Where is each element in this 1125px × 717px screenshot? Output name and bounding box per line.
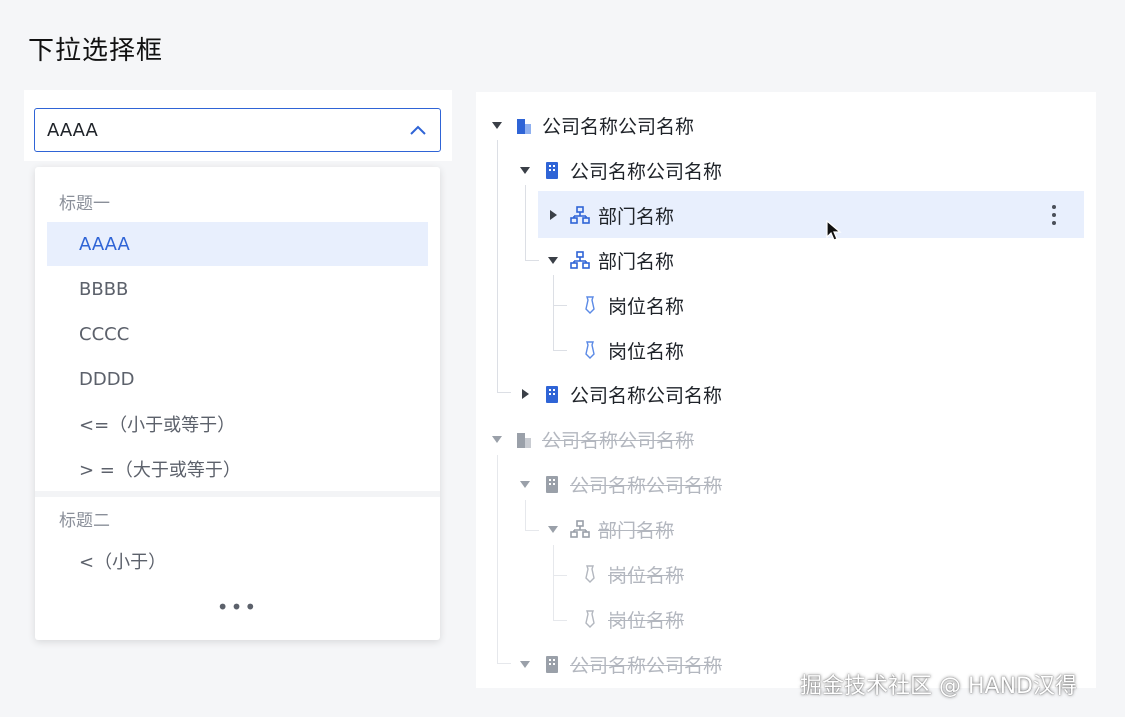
select-input[interactable]: AAAA bbox=[34, 108, 441, 152]
caret-right-icon[interactable] bbox=[518, 387, 532, 401]
tree-node-company-disabled: 公司名称公司名称 bbox=[490, 417, 694, 461]
tree-line bbox=[497, 392, 511, 393]
tie-icon bbox=[580, 340, 600, 360]
tree-node-building[interactable]: 公司名称公司名称 bbox=[518, 372, 722, 416]
tree-line bbox=[553, 620, 567, 621]
caret-down-icon bbox=[490, 432, 504, 446]
tree-node-label: 部门名称 bbox=[598, 519, 675, 542]
tree-line bbox=[497, 663, 511, 664]
tree-line bbox=[525, 530, 539, 531]
option-gte[interactable]: > =（大于或等于） bbox=[47, 447, 428, 491]
company-icon bbox=[514, 429, 534, 449]
tie-icon bbox=[580, 295, 600, 315]
tree-node-label: 岗位名称 bbox=[608, 609, 685, 632]
tree-node-label: 部门名称 bbox=[598, 250, 675, 273]
tree-node-position[interactable]: 岗位名称 bbox=[580, 283, 684, 327]
tree-node-department-disabled: 部门名称 bbox=[546, 507, 674, 551]
caret-down-icon bbox=[546, 522, 560, 536]
tree-node-label: 岗位名称 bbox=[608, 340, 685, 363]
caret-down-icon bbox=[518, 657, 532, 671]
tie-icon bbox=[580, 609, 600, 629]
option-bbbb[interactable]: BBBB bbox=[47, 267, 428, 311]
tree-node-position[interactable]: 岗位名称 bbox=[580, 328, 684, 372]
watermark: 掘金技术社区 @ HAND汉得 bbox=[800, 674, 1077, 699]
tree-node-building-disabled: 公司名称公司名称 bbox=[518, 642, 722, 686]
tree-line bbox=[553, 575, 567, 576]
tree-line bbox=[553, 275, 554, 350]
select-value: AAAA bbox=[47, 119, 98, 141]
tree-line bbox=[553, 545, 554, 620]
more-icon[interactable]: ••• bbox=[35, 595, 440, 619]
tree-line bbox=[497, 140, 498, 392]
option-lt[interactable]: <（小于） bbox=[47, 539, 428, 583]
tree-node-position-disabled: 岗位名称 bbox=[580, 597, 684, 641]
tree-line bbox=[525, 260, 539, 261]
tree-node-label: 部门名称 bbox=[598, 205, 675, 228]
department-icon bbox=[570, 205, 590, 225]
department-icon bbox=[570, 519, 590, 539]
group-title-1: 标题一 bbox=[59, 194, 110, 214]
caret-down-icon[interactable] bbox=[518, 163, 532, 177]
option-dddd[interactable]: DDDD bbox=[47, 357, 428, 401]
tree-node-label: 公司名称公司名称 bbox=[542, 115, 695, 138]
group-title-2: 标题二 bbox=[59, 511, 110, 531]
tree-node-label: 岗位名称 bbox=[608, 295, 685, 318]
group-divider bbox=[35, 491, 440, 497]
tree-node-label: 公司名称公司名称 bbox=[570, 160, 723, 183]
option-lte[interactable]: <=（小于或等于） bbox=[47, 402, 428, 446]
tree-node-label: 公司名称公司名称 bbox=[570, 474, 723, 497]
tree-node-department[interactable]: 部门名称 bbox=[546, 238, 674, 282]
building-icon bbox=[542, 474, 562, 494]
page-title: 下拉选择框 bbox=[28, 36, 164, 66]
tree-line bbox=[497, 455, 498, 663]
mouse-cursor-icon bbox=[826, 219, 842, 246]
building-icon bbox=[542, 160, 562, 180]
tree-node-position-disabled: 岗位名称 bbox=[580, 552, 684, 596]
company-icon bbox=[514, 115, 534, 135]
tree-node-label: 公司名称公司名称 bbox=[570, 654, 723, 677]
tree-node-building-disabled: 公司名称公司名称 bbox=[518, 462, 722, 506]
more-vertical-icon[interactable] bbox=[1046, 203, 1062, 227]
dropdown-menu: 标题一 AAAA BBBB CCCC DDDD <=（小于或等于） > =（大于… bbox=[35, 167, 440, 640]
building-icon bbox=[542, 384, 562, 404]
tree-node-label: 公司名称公司名称 bbox=[570, 384, 723, 407]
chevron-up-icon[interactable] bbox=[408, 120, 428, 140]
option-cccc[interactable]: CCCC bbox=[47, 312, 428, 356]
tree-node-label: 岗位名称 bbox=[608, 564, 685, 587]
building-icon bbox=[542, 654, 562, 674]
tree-node-department[interactable]: 部门名称 bbox=[546, 193, 674, 237]
tree-node-label: 公司名称公司名称 bbox=[542, 429, 695, 452]
tree-node-company[interactable]: 公司名称公司名称 bbox=[490, 103, 694, 147]
option-aaaa[interactable]: AAAA bbox=[47, 222, 428, 266]
tie-icon bbox=[580, 564, 600, 584]
tree-line bbox=[525, 185, 526, 260]
caret-down-icon[interactable] bbox=[546, 253, 560, 267]
department-icon bbox=[570, 250, 590, 270]
tree-line bbox=[553, 350, 567, 351]
caret-down-icon bbox=[518, 477, 532, 491]
tree-line bbox=[553, 305, 567, 306]
tree-node-building[interactable]: 公司名称公司名称 bbox=[518, 148, 722, 192]
caret-right-icon[interactable] bbox=[546, 208, 560, 222]
caret-down-icon[interactable] bbox=[490, 118, 504, 132]
